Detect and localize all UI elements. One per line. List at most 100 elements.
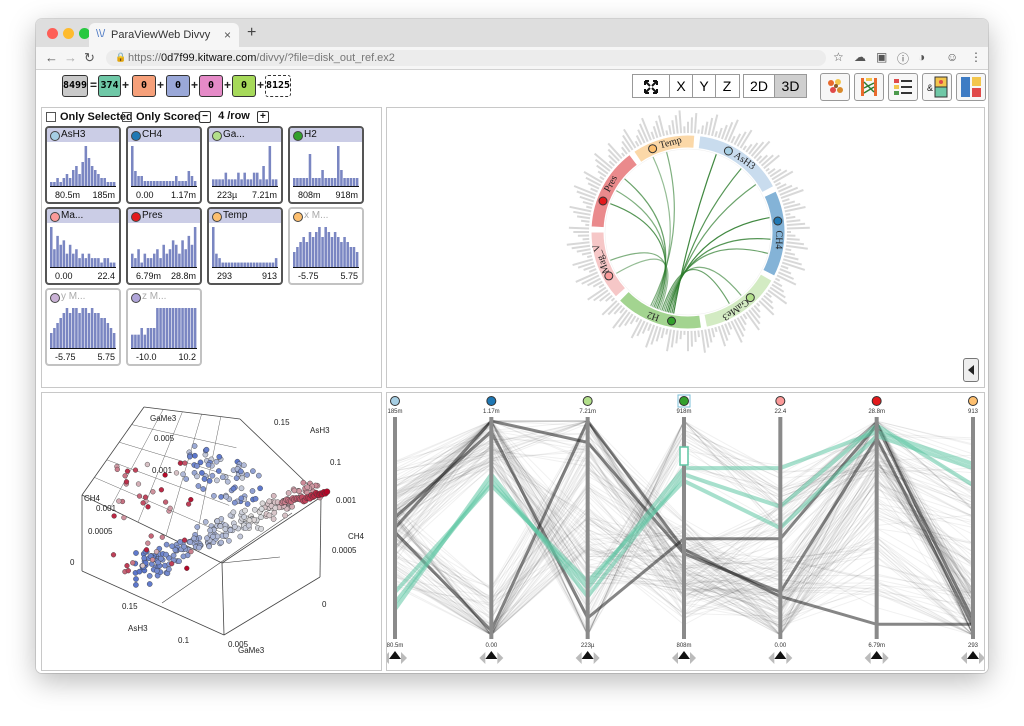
view-x-button[interactable]: X [670, 75, 693, 97]
histogram-bar [249, 179, 253, 186]
scatter-3d-panel[interactable]: GaMe3 AsH3 CH4 CH4 AsH3 GaMe3 0.005 0.001 0.15 0.… [41, 392, 382, 671]
scatter-config-button[interactable] [820, 73, 850, 101]
browser-tab[interactable]: \\/ ParaViewWeb Divvy × [89, 23, 239, 47]
histogram-card[interactable]: CH4 0.00 1.17m [126, 126, 202, 204]
histogram-header[interactable]: Temp [209, 209, 281, 223]
axis-reorder-controls[interactable] [575, 651, 600, 664]
histogram-header[interactable]: H2 [290, 128, 362, 142]
histogram-card[interactable]: Ga... 223µ 7.21m [207, 126, 283, 204]
axis-reorder-controls[interactable] [672, 651, 696, 664]
layout-button[interactable] [956, 73, 986, 101]
scatter-point [133, 550, 139, 556]
scatter-point [191, 535, 197, 542]
histogram-card[interactable]: Ma... 0.00 22.4 [45, 207, 121, 285]
scatter-point [191, 443, 198, 449]
field-color-dot[interactable] [293, 212, 303, 222]
histogram-header[interactable]: x M... [290, 209, 362, 223]
field-color-dot[interactable] [50, 131, 60, 141]
histogram-card[interactable]: x M... -5.75 5.75 [288, 207, 364, 285]
field-list-button[interactable] [888, 73, 918, 101]
panel-toggle-button[interactable] [963, 358, 979, 382]
selection-editor-button[interactable]: & [922, 73, 952, 101]
field-color-dot[interactable] [131, 293, 141, 303]
total-count-chip: 8499 [62, 75, 88, 97]
histogram-bar [246, 262, 250, 267]
field-color-dot[interactable] [131, 131, 141, 141]
histogram-card[interactable]: H2 808m 918m [288, 126, 364, 204]
checkbox[interactable] [122, 112, 132, 123]
selection-count-chip[interactable]: 0 [232, 75, 256, 97]
histogram-header[interactable]: AsH3 [47, 128, 119, 142]
cloud-extension-icon[interactable]: ☁ [854, 50, 866, 64]
selection-count-chip[interactable]: 0 [199, 75, 223, 97]
sort-icon [581, 651, 594, 659]
scatter-point [170, 552, 177, 559]
field-color-dot[interactable] [131, 212, 141, 222]
only-selected-toggle[interactable]: Only Selected [46, 111, 133, 123]
circle-extension-icon[interactable]: ◑ [918, 50, 925, 64]
3d-button[interactable]: 3D [775, 75, 806, 97]
field-color-dot[interactable] [50, 293, 60, 303]
histogram-header[interactable]: Ma... [47, 209, 119, 223]
field-color-dot[interactable] [50, 212, 60, 222]
field-color-dot[interactable] [293, 131, 303, 141]
field-name: AsH3 [61, 129, 86, 140]
selection-count-chip[interactable]: 0 [166, 75, 190, 97]
histogram-bar [318, 178, 321, 186]
extension-box-icon[interactable]: ▣ [876, 50, 887, 64]
only-scored-toggle[interactable]: Only Scored [122, 111, 201, 123]
selection-count-chip[interactable]: 0 [132, 75, 156, 97]
selection-count-chip[interactable]: 374 [98, 75, 121, 97]
histogram-header[interactable]: z M... [128, 290, 200, 304]
axis-reorder-controls[interactable] [768, 651, 793, 664]
histogram-bar [162, 181, 165, 186]
histogram-header[interactable]: Pres [128, 209, 200, 223]
info-extension-icon[interactable]: ⓘ [897, 50, 909, 67]
fullscreen-button[interactable] [633, 75, 670, 97]
parallel-coords-button[interactable] [854, 73, 884, 101]
menu-kebab-icon[interactable]: ⋮ [970, 50, 982, 64]
axis-reorder-controls[interactable] [479, 651, 504, 664]
view-z-button[interactable]: Z [716, 75, 738, 97]
histogram-header[interactable]: Ga... [209, 128, 281, 142]
histogram-bar [97, 174, 100, 186]
tab-close-icon[interactable]: × [224, 28, 231, 42]
histogram-card[interactable]: AsH3 80.5m 185m [45, 126, 121, 204]
axis-reorder-controls[interactable] [864, 651, 889, 664]
histogram-bar [181, 181, 184, 186]
histogram-card[interactable]: z M... -10.0 10.2 [126, 288, 202, 366]
scatter-point [182, 460, 188, 466]
axis-reorder-controls[interactable] [387, 651, 407, 664]
forward-arrow-icon[interactable]: → [64, 50, 77, 65]
scatter-point [257, 485, 263, 492]
increase-per-row-button[interactable]: + [256, 111, 269, 123]
scatter-point [133, 576, 139, 582]
histogram-header[interactable]: CH4 [128, 128, 200, 142]
chord-texture-mark [711, 327, 716, 338]
url-field[interactable]: 🔒 https://0d7f99.kitware.com/divvy/?file… [106, 50, 826, 66]
profile-avatar-icon[interactable]: ☺ [946, 50, 958, 64]
field-color-dot[interactable] [212, 212, 222, 222]
minimize-window-icon[interactable] [63, 28, 74, 39]
back-arrow-icon[interactable]: ← [45, 50, 58, 65]
histogram-card[interactable]: Temp 293 913 [207, 207, 283, 285]
chord-texture-mark [652, 125, 659, 139]
decrease-per-row-button[interactable]: − [199, 111, 211, 123]
axis-reorder-controls[interactable] [961, 651, 984, 664]
histogram-card[interactable]: Pres 6.79m 28.8m [126, 207, 202, 285]
view-y-button[interactable]: Y [693, 75, 716, 97]
histogram-header[interactable]: y M... [47, 290, 119, 304]
chord-diagram[interactable]: AsH3CH4GaMe3H2Mag_VPresTemp [387, 108, 984, 387]
bookmark-star-icon[interactable]: ☆ [833, 50, 844, 64]
reload-icon[interactable]: ↻ [84, 50, 95, 66]
2d-button[interactable]: 2D [744, 75, 775, 97]
field-color-dot[interactable] [212, 131, 222, 141]
scatter-3d-plot[interactable]: GaMe3AsH3CH4CH4AsH3GaMe30.0050.0010.150.… [42, 393, 381, 670]
histogram-card[interactable]: y M... -5.75 5.75 [45, 288, 121, 366]
close-window-icon[interactable] [47, 28, 58, 39]
histogram-bar [78, 174, 81, 186]
new-tab-icon[interactable]: + [247, 24, 256, 42]
parallel-coordinates-panel[interactable]: 185m 80.5m 1.17m 0.00 7.21m 223µ 918m 808m 22.4 0… [386, 392, 985, 671]
parallel-coordinates-plot[interactable]: 185m 80.5m 1.17m 0.00 7.21m 223µ 918m 808m 22.4 0… [387, 393, 984, 670]
checkbox[interactable] [46, 112, 56, 123]
